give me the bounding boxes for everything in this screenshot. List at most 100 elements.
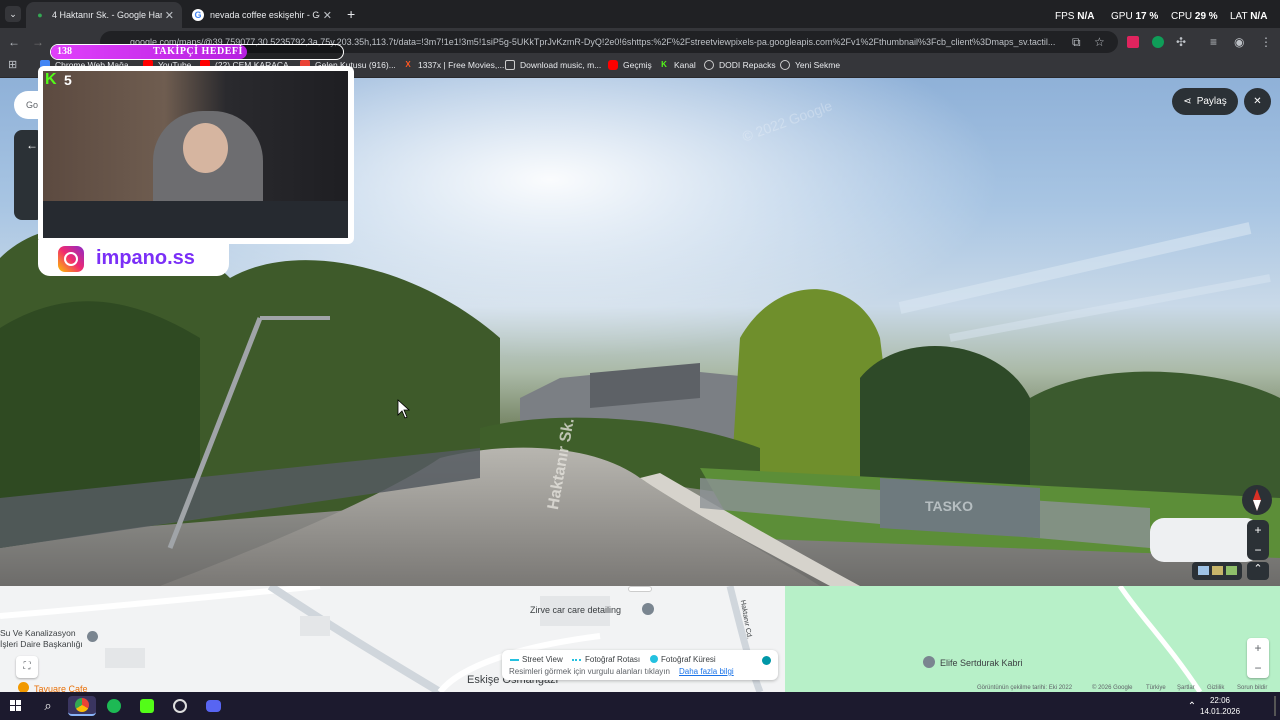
cpu-value: 29 % bbox=[1194, 11, 1218, 22]
share-label: Paylaş bbox=[1196, 96, 1227, 107]
gpu-value: 17 % bbox=[1135, 11, 1159, 22]
chrome-icon[interactable] bbox=[68, 696, 96, 716]
tab-google-maps[interactable]: ● 4 Haktanır Sk. - Google Haritalar ✕ bbox=[26, 2, 182, 28]
media-control-icon[interactable]: ≡ bbox=[1210, 34, 1217, 50]
zoom-in-button[interactable]: + bbox=[1247, 520, 1269, 540]
instagram-icon bbox=[58, 246, 84, 272]
compass-needle-icon bbox=[1253, 489, 1261, 511]
desk bbox=[43, 201, 348, 238]
forward-arrow-icon[interactable]: → bbox=[32, 34, 44, 50]
compass[interactable] bbox=[1242, 485, 1272, 515]
place-label[interactable]: Tavuare Cafe bbox=[34, 684, 88, 692]
street-view-line-icon bbox=[510, 659, 519, 661]
close-icon[interactable]: ✕ bbox=[323, 9, 332, 22]
bookmark-star-icon[interactable]: ☆ bbox=[1094, 34, 1105, 50]
close-icon: ✕ bbox=[1253, 96, 1262, 107]
kick-app-icon[interactable] bbox=[137, 696, 157, 716]
kick-icon: K bbox=[661, 60, 667, 69]
bookmark-item[interactable]: X 1337x | Free Movies,... bbox=[403, 60, 504, 70]
bookmark-item[interactable]: Download music, m... bbox=[505, 60, 601, 70]
search-icon[interactable]: ⌕ bbox=[38, 696, 58, 716]
report-problem-link[interactable]: Sorun bildir bbox=[1237, 685, 1267, 691]
legend-photo-sphere: Fotoğraf Küresi bbox=[661, 655, 716, 664]
tray-chevron-icon[interactable]: ⌃ bbox=[1182, 696, 1202, 716]
clock[interactable]: 22:06 14.01.2026 bbox=[1200, 695, 1240, 717]
map-drag-handle[interactable] bbox=[628, 586, 652, 592]
tab-title: 4 Haktanır Sk. - Google Haritalar bbox=[52, 10, 162, 20]
clock-time: 22:06 bbox=[1209, 696, 1231, 705]
building-sign-text: TASKO bbox=[925, 498, 973, 514]
share-button[interactable]: ⋖ Paylaş bbox=[1172, 88, 1238, 115]
install-app-icon[interactable]: ⧉ bbox=[1072, 34, 1081, 50]
extension-green-icon[interactable] bbox=[1152, 36, 1164, 48]
gpu-label: GPU bbox=[1111, 11, 1133, 22]
extensions-puzzle-icon[interactable]: ✣ bbox=[1176, 34, 1186, 50]
legend-photo-route: Fotoğraf Rotası bbox=[585, 655, 641, 664]
map-zoom-in-button[interactable]: + bbox=[1247, 638, 1269, 658]
legend-more-info-link[interactable]: Daha fazla bilgi bbox=[679, 667, 734, 676]
share-icon: ⋖ bbox=[1183, 96, 1192, 107]
cpu-readout: CPU 29 % bbox=[1171, 11, 1218, 22]
bookmark-label: Yeni Sekme bbox=[795, 60, 841, 70]
region-link[interactable]: Türkiye bbox=[1146, 685, 1166, 691]
privacy-link[interactable]: Gizlilik bbox=[1207, 685, 1224, 691]
download-icon bbox=[505, 60, 515, 70]
cpu-label: CPU bbox=[1171, 11, 1193, 22]
lat-value: N/A bbox=[1250, 11, 1268, 22]
bookmark-item[interactable]: Geçmiş bbox=[608, 60, 652, 70]
bookmark-label: Kanal bbox=[674, 60, 696, 70]
windows-start-icon[interactable] bbox=[6, 696, 26, 716]
capture-date: Görüntünün çekilme tarihi: Eki 2022 bbox=[977, 685, 1073, 691]
bookmark-item[interactable]: DODI Repacks bbox=[704, 60, 776, 70]
place-label[interactable]: Su Ve Kanalizasyon İşleri Daire Başkanlı… bbox=[0, 628, 86, 650]
place-label[interactable]: Zirve car care detailing bbox=[530, 605, 621, 615]
bookmark-item[interactable]: K Kanal bbox=[659, 60, 696, 70]
terms-link[interactable]: Şartlar bbox=[1177, 685, 1195, 691]
place-pin-icon[interactable] bbox=[642, 603, 654, 615]
show-desktop-button[interactable] bbox=[1274, 696, 1276, 716]
layers-thumbnail-button[interactable] bbox=[1192, 562, 1242, 580]
mini-map[interactable]: Zirve car care detailing Su Ve Kanalizas… bbox=[0, 586, 1280, 692]
zoom-out-button[interactable]: − bbox=[1247, 540, 1269, 560]
windows-taskbar: ⌕ ⌃ 22:06 14.01.2026 bbox=[0, 692, 1280, 720]
street-view-legend: Street View Fotoğraf Rotası Fotoğraf Kür… bbox=[502, 650, 778, 680]
webcam-video bbox=[43, 71, 348, 238]
close-icon[interactable]: ✕ bbox=[165, 9, 174, 22]
satellite-thumbnail-icon bbox=[1212, 566, 1223, 575]
tab-search-button[interactable]: ⌄ bbox=[5, 6, 21, 22]
back-arrow-icon[interactable]: ← bbox=[8, 34, 20, 50]
legend-hint: Resimleri görmek için vurgulu alanları t… bbox=[509, 667, 670, 676]
tab-title: nevada coffee eskişehir - Google bbox=[210, 10, 320, 20]
bookmark-item[interactable]: Yeni Sekme bbox=[780, 60, 840, 70]
obs-icon[interactable] bbox=[170, 696, 190, 716]
discord-icon[interactable] bbox=[203, 696, 223, 716]
restaurant-icon[interactable] bbox=[18, 682, 29, 692]
webcam-frame: K 5 bbox=[38, 66, 354, 244]
legend-street-view: Street View bbox=[522, 655, 563, 664]
profile-icon[interactable]: ◉ bbox=[1234, 34, 1244, 50]
fullscreen-button[interactable]: ⛶ bbox=[16, 656, 38, 678]
map-zoom-out-button[interactable]: − bbox=[1247, 658, 1269, 678]
place-label[interactable]: Elife Sertdurak Kabri bbox=[940, 658, 1023, 668]
map-zoom-controls: + − bbox=[1247, 638, 1269, 678]
close-street-view-button[interactable]: ✕ bbox=[1244, 88, 1271, 115]
kick-viewer-count: 5 bbox=[64, 72, 72, 88]
tab-google-search[interactable]: G nevada coffee eskişehir - Google ✕ bbox=[184, 2, 340, 28]
1337x-icon: X bbox=[405, 60, 411, 69]
extension-red-icon[interactable] bbox=[1127, 36, 1139, 48]
copyright: © 2026 Google bbox=[1092, 685, 1133, 691]
government-building-icon[interactable] bbox=[87, 631, 98, 642]
back-arrow-icon[interactable]: ← bbox=[26, 138, 38, 152]
spotify-icon[interactable] bbox=[104, 696, 124, 716]
new-tab-button[interactable]: + bbox=[347, 6, 355, 22]
menu-kebab-icon[interactable]: ⋮ bbox=[1260, 34, 1272, 50]
fps-value: N/A bbox=[1077, 11, 1095, 22]
fps-readout: FPS N/A bbox=[1055, 11, 1094, 22]
photo-sphere-dot-icon bbox=[650, 655, 658, 663]
follower-goal-bar: 138 TAKİPÇİ HEDEFİ bbox=[50, 44, 344, 60]
expand-up-icon[interactable]: ⌃ bbox=[1247, 562, 1269, 580]
youtube-icon bbox=[608, 60, 618, 70]
legend-toggle-icon[interactable] bbox=[762, 656, 771, 665]
apps-grid-icon[interactable]: ⊞ bbox=[8, 58, 17, 71]
cemetery-icon[interactable] bbox=[923, 656, 935, 668]
